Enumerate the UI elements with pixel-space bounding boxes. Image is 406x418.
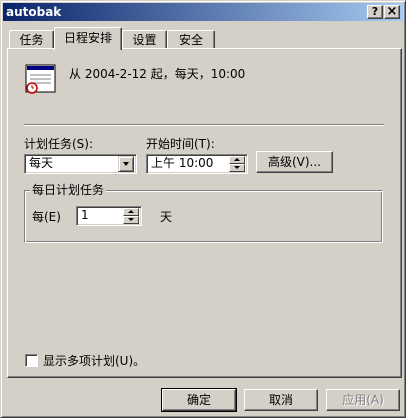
every-days-value: 1 bbox=[81, 208, 89, 222]
tab-security[interactable]: 安全 bbox=[167, 30, 215, 50]
start-time-input[interactable]: 上午 10:00 bbox=[146, 154, 248, 174]
separator bbox=[24, 124, 384, 126]
spin-down-icon[interactable] bbox=[229, 164, 245, 172]
unit-days-label: 天 bbox=[160, 210, 173, 224]
calendar-clock-icon bbox=[25, 64, 57, 96]
window-title: autobak bbox=[6, 5, 62, 19]
schedule-task-label: 计划任务(S): bbox=[24, 137, 94, 151]
dialog-window: autobak ? × 任务 日程安排 设置 安全 从 2004-2-12 起，… bbox=[0, 0, 406, 418]
schedule-tab-panel: 从 2004-2-12 起，每天，10:00 计划任务(S): 每天 开始时间(… bbox=[7, 48, 402, 378]
start-time-label: 开始时间(T): bbox=[146, 137, 215, 151]
tab-task[interactable]: 任务 bbox=[9, 30, 54, 50]
close-button[interactable]: × bbox=[384, 5, 400, 19]
advanced-button[interactable]: 高级(V)... bbox=[256, 151, 333, 173]
schedule-task-value: 每天 bbox=[29, 156, 54, 170]
show-multiple-schedules-label[interactable]: 显示多项计划(U)。 bbox=[43, 354, 145, 368]
every-label: 每(E) bbox=[32, 210, 61, 224]
start-time-value: 上午 10:00 bbox=[151, 156, 214, 170]
help-button[interactable]: ? bbox=[367, 5, 383, 19]
show-multiple-schedules-checkbox[interactable] bbox=[25, 354, 38, 367]
spin-up-icon[interactable] bbox=[229, 156, 245, 164]
schedule-summary: 从 2004-2-12 起，每天，10:00 bbox=[69, 67, 246, 81]
daily-group-title: 每日计划任务 bbox=[30, 183, 107, 197]
chevron-down-icon[interactable] bbox=[118, 156, 134, 172]
tab-settings[interactable]: 设置 bbox=[122, 30, 167, 50]
tab-schedule[interactable]: 日程安排 bbox=[54, 27, 122, 50]
apply-button[interactable]: 应用(A) bbox=[326, 389, 400, 411]
cancel-button[interactable]: 取消 bbox=[244, 389, 318, 411]
spin-down-icon[interactable] bbox=[123, 216, 139, 224]
title-bar[interactable]: autobak ? × bbox=[3, 3, 403, 21]
every-days-input[interactable]: 1 bbox=[76, 206, 142, 226]
schedule-task-select[interactable]: 每天 bbox=[24, 154, 137, 174]
ok-button[interactable]: 确定 bbox=[161, 388, 237, 412]
spin-up-icon[interactable] bbox=[123, 208, 139, 216]
